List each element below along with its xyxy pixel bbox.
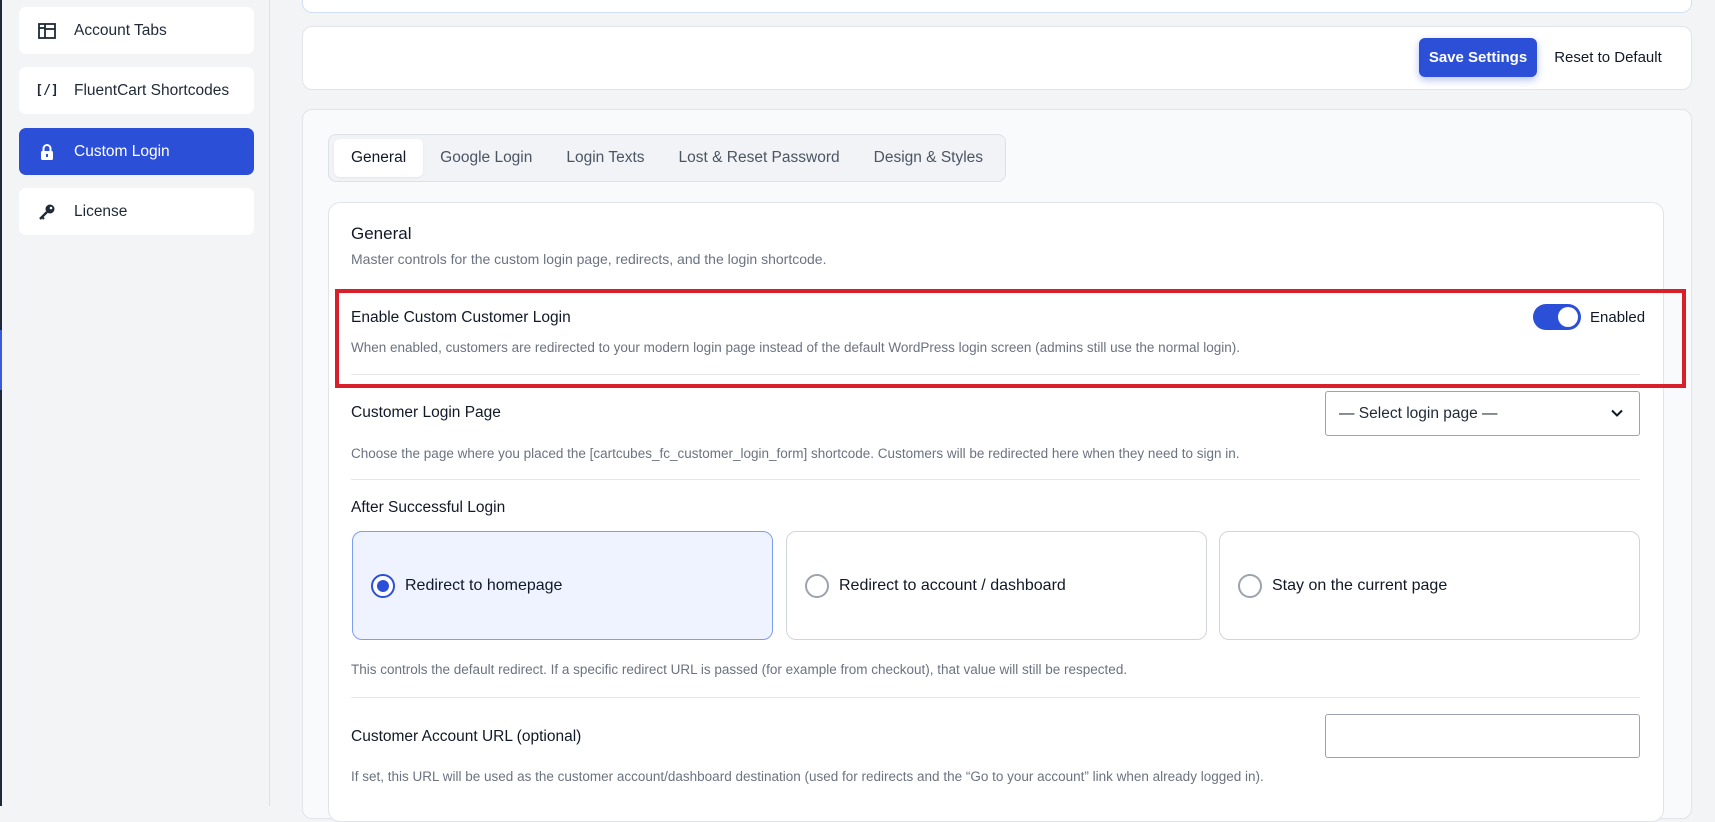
login-page-select[interactable]: — Select login page — (1325, 391, 1640, 436)
login-page-label: Customer Login Page (351, 404, 501, 421)
sidebar-item-label: Custom Login (74, 142, 170, 160)
account-url-help: If set, this URL will be used as the cus… (351, 769, 1264, 784)
tab-google-login[interactable]: Google Login (423, 139, 549, 177)
tab-general[interactable]: General (334, 139, 424, 177)
reset-to-default-button[interactable]: Reset to Default (1548, 38, 1668, 77)
tab-login-texts[interactable]: Login Texts (549, 139, 661, 177)
radio-button[interactable] (371, 573, 395, 598)
sidebar-item-license[interactable]: License (19, 188, 254, 235)
shortcode-icon: [/] (35, 83, 59, 98)
radio-button[interactable] (805, 573, 829, 598)
after-login-help: This controls the default redirect. If a… (351, 662, 1128, 677)
sidebar-item-label: Account Tabs (74, 21, 167, 39)
section-description: Master controls for the custom login pag… (351, 251, 827, 267)
sidebar: Account Tabs [/] FluentCart Shortcodes C… (2, 0, 270, 806)
layout-icon (36, 20, 58, 42)
login-page-help: Choose the page where you placed the [ca… (351, 446, 1240, 461)
divider (351, 479, 1640, 480)
tab-design-styles[interactable]: Design & Styles (857, 139, 1000, 177)
settings-tabs: General Google Login Login Texts Lost & … (328, 134, 1007, 182)
login-page-selected-value: — Select login page — (1339, 404, 1498, 422)
radio-option-redirect-homepage[interactable]: Redirect to homepage (352, 531, 773, 640)
radio-option-label: Stay on the current page (1272, 576, 1448, 594)
chevron-down-icon (1611, 409, 1623, 417)
sidebar-item-label: License (74, 202, 128, 220)
sidebar-item-label: FluentCart Shortcodes (74, 81, 230, 99)
section-title: General (351, 224, 412, 243)
account-url-label: Customer Account URL (optional) (351, 728, 582, 745)
after-login-label: After Successful Login (351, 499, 506, 516)
radio-option-label: Redirect to homepage (405, 576, 563, 594)
highlight-box (335, 289, 1686, 388)
notice-panel-bottom (302, 0, 1692, 13)
save-settings-button[interactable]: Save Settings (1419, 38, 1537, 77)
radio-option-redirect-account[interactable]: Redirect to account / dashboard (786, 531, 1207, 640)
key-icon (36, 201, 58, 223)
radio-button[interactable] (1238, 573, 1262, 598)
sidebar-item-account-tabs[interactable]: Account Tabs (19, 7, 254, 54)
sidebar-item-fluentcart-shortcodes[interactable]: [/] FluentCart Shortcodes (19, 67, 254, 114)
tab-lost-reset-password[interactable]: Lost & Reset Password (662, 139, 857, 177)
lock-icon (36, 141, 58, 163)
account-url-input[interactable] (1325, 714, 1640, 758)
radio-option-stay-current[interactable]: Stay on the current page (1219, 531, 1640, 640)
sidebar-item-custom-login[interactable]: Custom Login (19, 128, 254, 175)
radio-option-label: Redirect to account / dashboard (839, 576, 1066, 594)
divider (351, 697, 1640, 698)
